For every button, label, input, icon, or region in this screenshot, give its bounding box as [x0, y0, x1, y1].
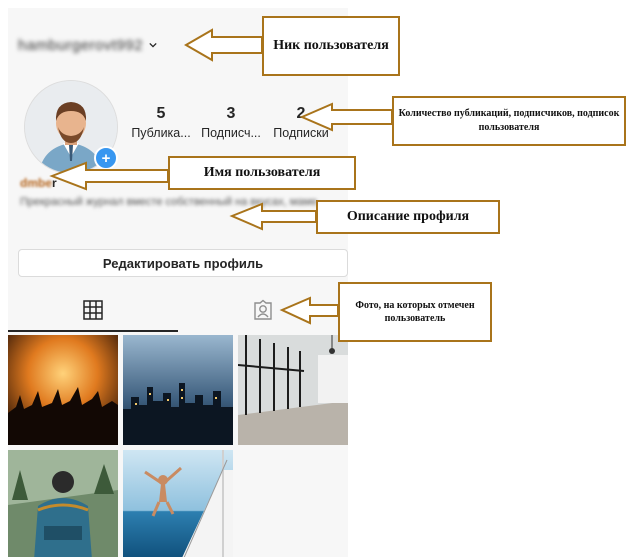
- name-arrow-shape: [49, 161, 169, 191]
- stats-callout-text: Количество публикаций, подписчиков, подп…: [398, 108, 620, 133]
- description-callout-text: Описание профиля: [346, 209, 470, 224]
- name-callout-text: Имя пользователя: [203, 165, 321, 180]
- nickname-callout: Ник пользователя: [262, 16, 400, 76]
- nickname-callout-text: Ник пользователя: [273, 38, 389, 53]
- tagged-arrow-shape: [279, 296, 339, 325]
- tagged-callout: Фото, на которых отмечен пользователь: [338, 282, 492, 342]
- description-callout: Описание профиля: [316, 200, 500, 234]
- name-callout: Имя пользователя: [168, 156, 356, 190]
- nickname-arrow: [49, 28, 393, 325]
- tagged-callout-text: Фото, на которых отмечен пользователь: [355, 300, 475, 324]
- stats-callout: Количество публикаций, подписчиков, подп…: [392, 96, 626, 146]
- description-arrow-shape: [229, 202, 317, 231]
- nickname-arrow-shape: [183, 28, 263, 62]
- stats-arrow-shape: [299, 102, 393, 132]
